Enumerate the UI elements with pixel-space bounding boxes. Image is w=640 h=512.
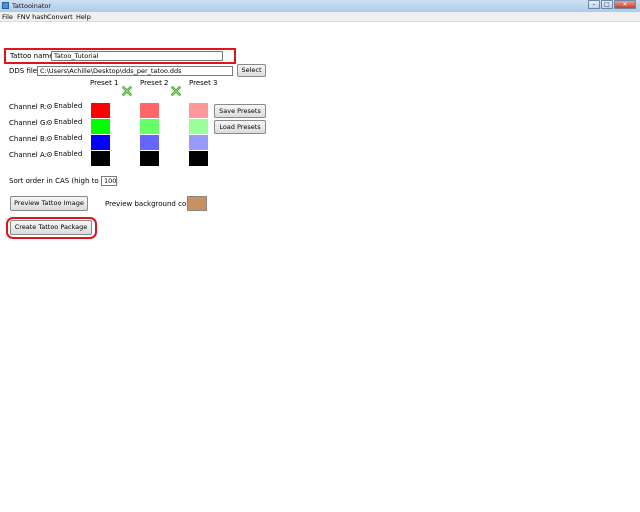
channel-a-enabled-radio[interactable]: Enabled — [47, 150, 82, 158]
preset-1-r-swatch[interactable] — [91, 103, 110, 118]
preview-tattoo-button[interactable]: Preview Tattoo Image — [10, 196, 88, 211]
menu-fnv-hash[interactable]: FNV hash — [17, 13, 48, 21]
preset-1-header: Preset 1 — [90, 79, 119, 87]
save-presets-button[interactable]: Save Presets — [214, 104, 266, 118]
preset-2-r-swatch[interactable] — [140, 103, 159, 118]
preset-2-header: Preset 2 — [140, 79, 169, 87]
create-tattoo-package-button[interactable]: Create Tattoo Package — [10, 220, 92, 235]
app-icon — [2, 2, 9, 9]
close-button[interactable]: ✕ — [614, 0, 636, 9]
channel-g-enabled-radio[interactable]: Enabled — [47, 118, 82, 126]
channel-g-label: Channel G: — [9, 119, 48, 127]
minimize-button[interactable]: – — [588, 0, 600, 9]
window-title: Tattooinator — [12, 2, 52, 10]
menu-convert[interactable]: Convert — [47, 13, 73, 21]
preview-bg-label: Preview background color: — [105, 200, 198, 208]
preset-3-b-swatch[interactable] — [189, 135, 208, 150]
maximize-button[interactable]: □ — [601, 0, 613, 9]
preset-3-r-swatch[interactable] — [189, 103, 208, 118]
channel-a-label: Channel A: — [9, 151, 47, 159]
channel-r-label: Channel R: — [9, 103, 47, 111]
preset-2-a-swatch[interactable] — [140, 151, 159, 166]
preview-bg-color-swatch[interactable] — [187, 196, 207, 211]
channel-r-enabled-radio[interactable]: Enabled — [47, 102, 82, 110]
load-presets-button[interactable]: Load Presets — [214, 120, 266, 134]
channel-g-enabled-label: Enabled — [54, 118, 83, 126]
dds-file-label: DDS file: — [9, 67, 40, 75]
tattoo-name-input[interactable]: Tatoo_Tutorial — [51, 51, 223, 61]
preset-2-b-swatch[interactable] — [140, 135, 159, 150]
radio-icon — [47, 103, 52, 109]
sort-order-input[interactable]: 100 — [101, 176, 117, 186]
preset-3-a-swatch[interactable] — [189, 151, 208, 166]
menu-bar: File FNV hash Convert Help — [0, 12, 640, 22]
select-file-button[interactable]: Select — [237, 64, 266, 77]
preset-3-g-swatch[interactable] — [189, 119, 208, 134]
radio-icon — [47, 151, 52, 157]
main-panel: Tattoo name: Tatoo_Tutorial DDS file: C:… — [0, 22, 640, 512]
window-controls: – □ ✕ — [587, 0, 636, 9]
preset-1-b-swatch[interactable] — [91, 135, 110, 150]
channel-b-label: Channel B: — [9, 135, 48, 143]
tattoo-name-label: Tattoo name: — [10, 52, 56, 60]
preset-2-g-swatch[interactable] — [140, 119, 159, 134]
channel-b-enabled-radio[interactable]: Enabled — [47, 134, 82, 142]
radio-icon — [47, 135, 52, 141]
channel-r-enabled-label: Enabled — [54, 102, 83, 110]
copy-preset-1-to-2-icon[interactable] — [122, 86, 132, 96]
dds-file-input[interactable]: C:\Users\Achille\Desktop\dds_per_tatoo.d… — [37, 66, 233, 76]
menu-file[interactable]: File — [2, 13, 13, 21]
preset-1-a-swatch[interactable] — [91, 151, 110, 166]
copy-preset-2-to-3-icon[interactable] — [171, 86, 181, 96]
channel-a-enabled-label: Enabled — [54, 150, 83, 158]
preset-1-g-swatch[interactable] — [91, 119, 110, 134]
menu-help[interactable]: Help — [76, 13, 91, 21]
preset-3-header: Preset 3 — [189, 79, 218, 87]
channel-b-enabled-label: Enabled — [54, 134, 83, 142]
title-bar: Tattooinator – □ ✕ — [0, 0, 640, 12]
radio-icon — [47, 119, 52, 125]
